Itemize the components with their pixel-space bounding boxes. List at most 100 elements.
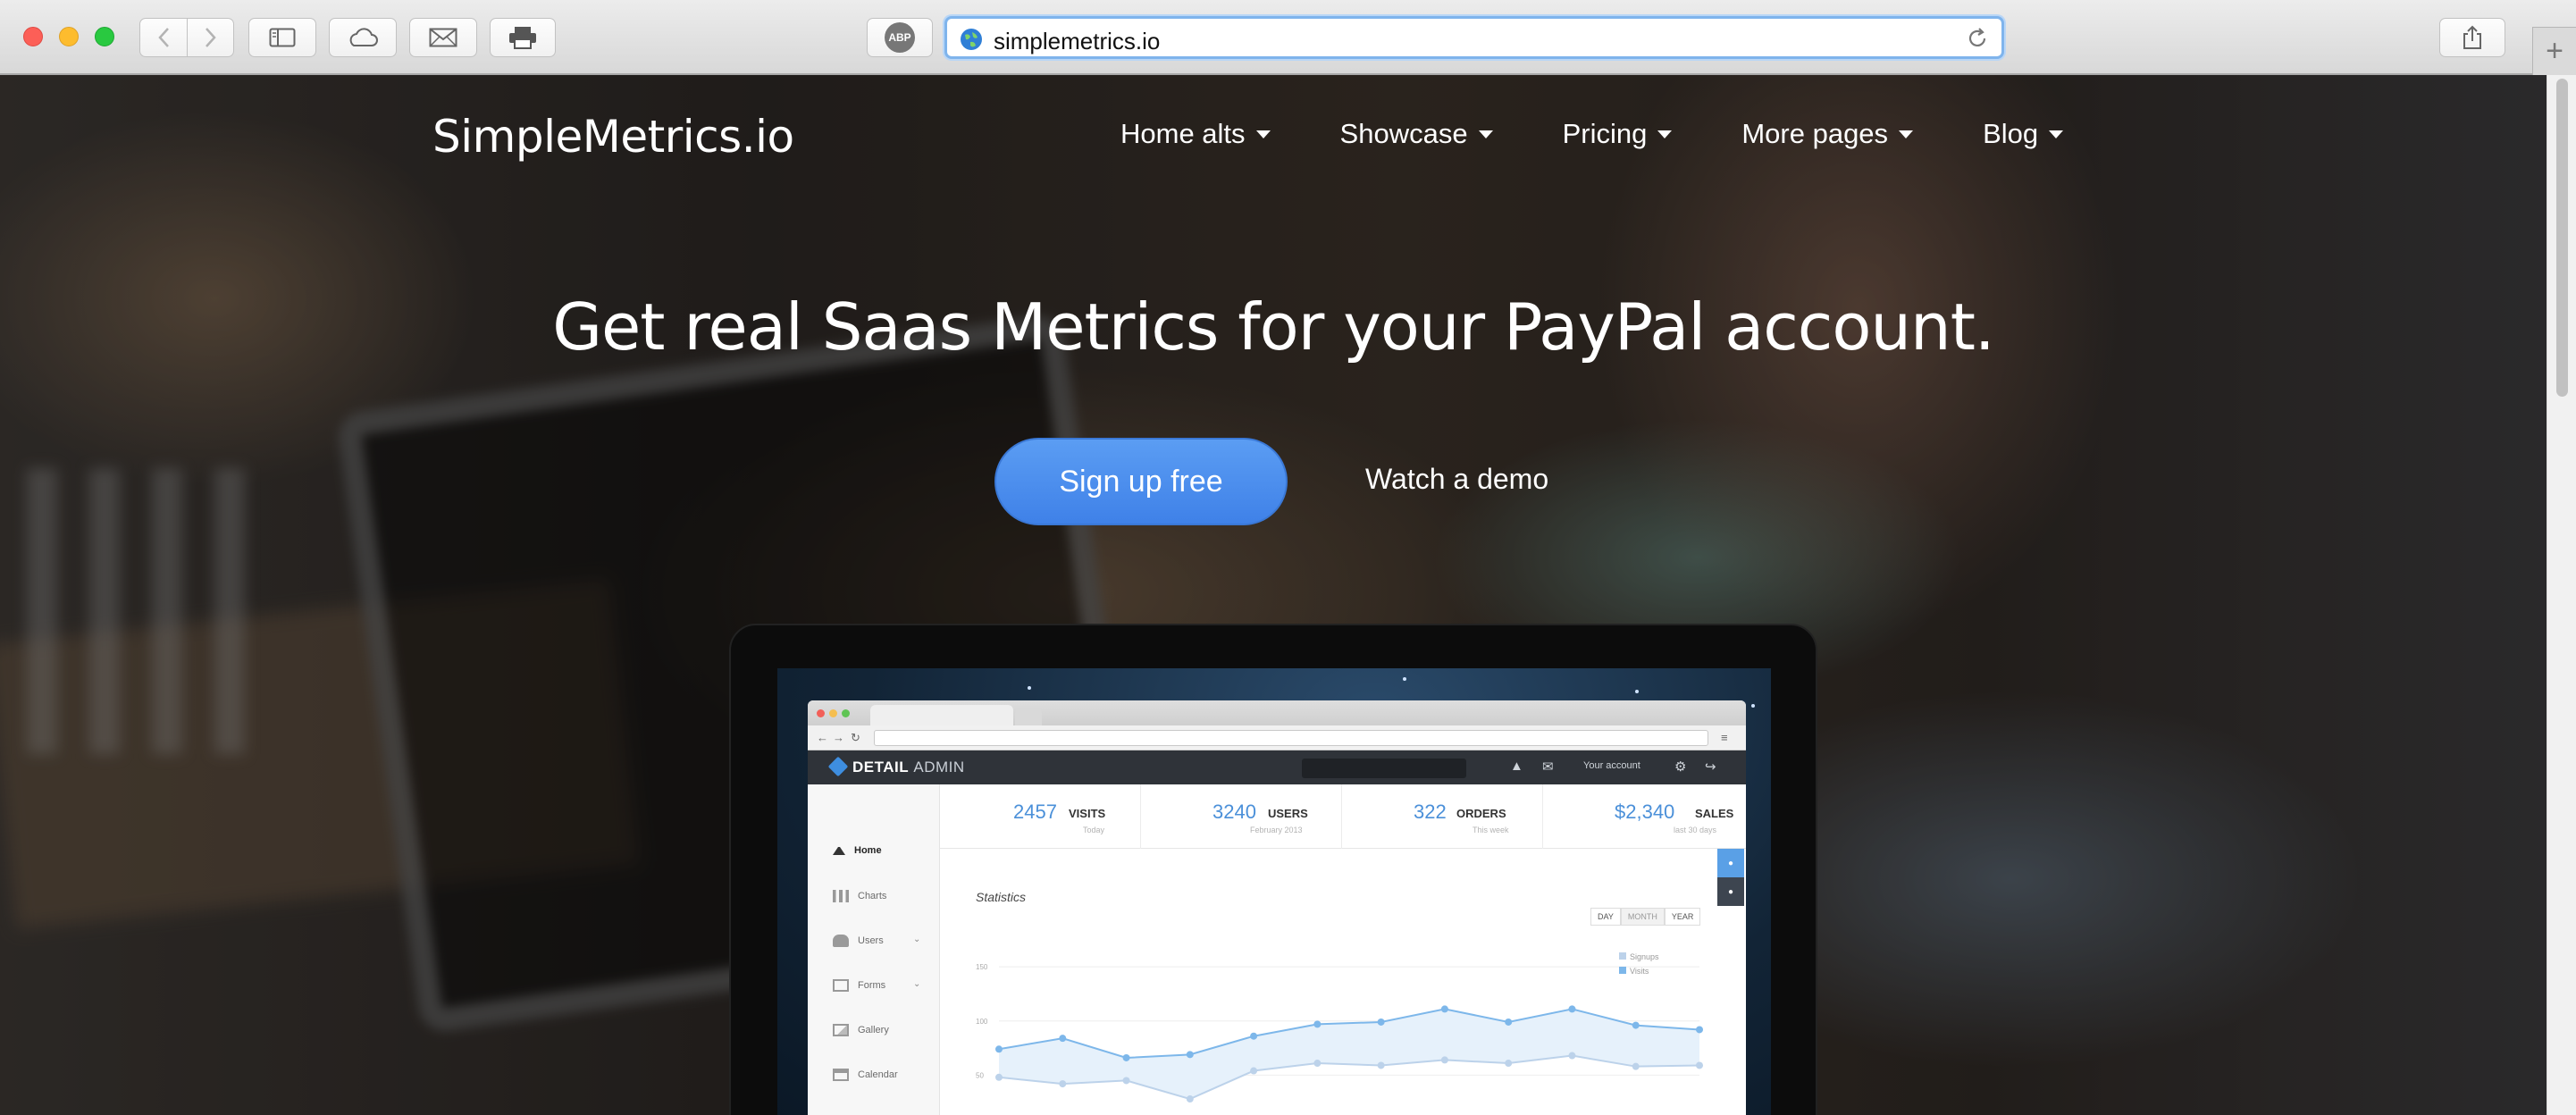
statistics-chart: 150 100 50 Signups Visits bbox=[976, 952, 1703, 1103]
stat-label: VISITS bbox=[1069, 807, 1106, 820]
mockup-stats-row: 2457 VISITS Today 3240 USERS February 20… bbox=[940, 784, 1746, 849]
data-point bbox=[1377, 1061, 1385, 1069]
caret-down-icon bbox=[1657, 130, 1673, 138]
chevron-down-icon: ⌄ bbox=[913, 935, 921, 944]
adblock-button[interactable]: ABP bbox=[867, 18, 933, 57]
globe-icon bbox=[961, 29, 982, 50]
data-point bbox=[1059, 1035, 1067, 1043]
mockup-sidebar-item-charts: Charts bbox=[833, 890, 886, 902]
stat-sub: last 30 days bbox=[1674, 826, 1717, 834]
stat-orders: 322 ORDERS This week bbox=[1342, 784, 1543, 849]
data-point bbox=[1250, 1067, 1258, 1075]
data-point bbox=[1440, 1056, 1448, 1064]
share-arrow-icon: ↪ bbox=[1705, 759, 1716, 775]
share-button[interactable] bbox=[2439, 18, 2505, 57]
y-tick-label: 100 bbox=[976, 1018, 988, 1026]
site-logo[interactable]: SimpleMetrics.io bbox=[432, 111, 794, 163]
share-email-button[interactable] bbox=[409, 18, 477, 57]
settings-icon: ⚙ bbox=[1674, 759, 1687, 775]
sidebar-label: Charts bbox=[858, 891, 887, 901]
data-point bbox=[1377, 1018, 1385, 1026]
new-tab-button[interactable]: + bbox=[2532, 27, 2576, 75]
stat-label: SALES bbox=[1695, 807, 1734, 820]
statistics-panel: 150 100 50 Signups Visits Statistics DAY MON… bbox=[940, 849, 1717, 1115]
scrollbar-thumb[interactable] bbox=[2556, 79, 2568, 397]
zoom-window-button[interactable] bbox=[95, 27, 114, 46]
address-bar[interactable]: simplemetrics.io bbox=[944, 16, 2004, 59]
data-point bbox=[1505, 1018, 1513, 1026]
users-icon bbox=[833, 935, 849, 947]
bar-chart-icon bbox=[833, 890, 849, 902]
stat-visits: 2457 VISITS Today bbox=[940, 784, 1141, 849]
signup-button[interactable]: Sign up free bbox=[994, 438, 1288, 525]
data-point bbox=[1632, 1021, 1640, 1029]
legend-swatch bbox=[1619, 952, 1626, 960]
print-button[interactable] bbox=[490, 18, 556, 57]
mockup-sidebar-item-users: Users bbox=[833, 935, 884, 947]
alert-icon: ▲ bbox=[1510, 759, 1523, 774]
data-point bbox=[995, 1073, 1003, 1081]
stat-sales: $2,340 SALES last 30 days bbox=[1543, 784, 1744, 849]
chart-title: Statistics bbox=[976, 890, 1027, 904]
mockup-sidebar-item-gallery: Gallery bbox=[833, 1024, 889, 1036]
mockup-app-header: DETAIL ADMIN ▲ ✉ Your account ⚙ ↪ bbox=[808, 750, 1746, 784]
nav-item-home-alts[interactable]: Home alts bbox=[1120, 118, 1271, 150]
account-menu: Your account bbox=[1583, 760, 1640, 771]
stat-sub: This week bbox=[1473, 826, 1509, 834]
back-button[interactable] bbox=[139, 18, 188, 57]
stat-label: USERS bbox=[1268, 807, 1308, 820]
caret-down-icon bbox=[1478, 130, 1493, 138]
sidebar-label: Forms bbox=[858, 980, 886, 991]
browser-toolbar: ABP simplemetrics.io + bbox=[0, 0, 2576, 75]
stat-sub: February 2013 bbox=[1250, 826, 1303, 834]
sidebar-toggle-button[interactable] bbox=[248, 18, 316, 57]
mockup-reload-icon: ↻ bbox=[851, 731, 860, 744]
envelope-icon bbox=[429, 28, 457, 47]
mail-icon: ✉ bbox=[1542, 759, 1554, 775]
legend-swatch bbox=[1619, 967, 1626, 974]
data-point bbox=[1122, 1077, 1130, 1085]
app-name-suffix: ADMIN bbox=[913, 759, 965, 775]
page-scrollbar[interactable] bbox=[2547, 75, 2576, 1115]
range-year-button: YEAR bbox=[1664, 908, 1701, 926]
legend-label: Signups bbox=[1630, 952, 1659, 961]
caret-down-icon bbox=[1899, 130, 1914, 138]
home-icon bbox=[833, 846, 845, 855]
close-window-button[interactable] bbox=[23, 27, 43, 46]
y-tick-label: 50 bbox=[976, 1071, 984, 1079]
mockup-browser: ← → ↻ ≡ DETAIL ADMIN ▲ ✉ Your account ⚙ … bbox=[808, 700, 1746, 1115]
range-button-group: DAY MONTH YEAR bbox=[1590, 908, 1701, 926]
mockup-sidebar: Home Charts Users ⌄ Forms ⌄ Gallery Cale… bbox=[808, 784, 940, 1115]
caret-down-icon bbox=[1255, 130, 1271, 138]
app-logo-icon bbox=[827, 756, 849, 777]
nav-item-more-pages[interactable]: More pages bbox=[1741, 118, 1914, 150]
legend-label: Visits bbox=[1630, 967, 1649, 976]
reload-icon[interactable] bbox=[1966, 27, 1989, 50]
sidebar-label: Calendar bbox=[858, 1069, 898, 1080]
mockup-tab-strip bbox=[808, 700, 1746, 725]
data-point bbox=[1186, 1095, 1194, 1103]
range-day-button: DAY bbox=[1590, 908, 1621, 926]
minimize-window-button[interactable] bbox=[59, 27, 79, 46]
nav-item-showcase[interactable]: Showcase bbox=[1340, 118, 1493, 150]
watch-demo-link[interactable]: Watch a demo bbox=[1365, 463, 1548, 496]
icloud-tabs-button[interactable] bbox=[329, 18, 397, 57]
nav-item-blog[interactable]: Blog bbox=[1983, 118, 2064, 150]
forward-button[interactable] bbox=[188, 18, 234, 57]
nav-item-pricing[interactable]: Pricing bbox=[1563, 118, 1673, 150]
stat-value: $2,340 bbox=[1615, 801, 1675, 823]
mockup-sidebar-item-home: Home bbox=[833, 845, 882, 856]
mockup-url-bar bbox=[874, 730, 1708, 746]
data-point bbox=[1440, 1005, 1448, 1013]
mockup-search-input bbox=[1302, 759, 1466, 778]
nav-label: Pricing bbox=[1562, 118, 1648, 149]
range-month-button: MONTH bbox=[1620, 908, 1665, 926]
url-text: simplemetrics.io bbox=[994, 28, 1161, 54]
mockup-side-tabs: ● ● bbox=[1717, 849, 1744, 906]
adblock-label: ABP bbox=[888, 31, 911, 44]
calendar-icon bbox=[833, 1069, 849, 1081]
mockup-toolbar: ← → ↻ ≡ bbox=[808, 725, 1746, 750]
chevron-right-icon bbox=[205, 28, 216, 47]
caret-down-icon bbox=[2049, 130, 2064, 138]
data-point bbox=[1186, 1051, 1194, 1059]
